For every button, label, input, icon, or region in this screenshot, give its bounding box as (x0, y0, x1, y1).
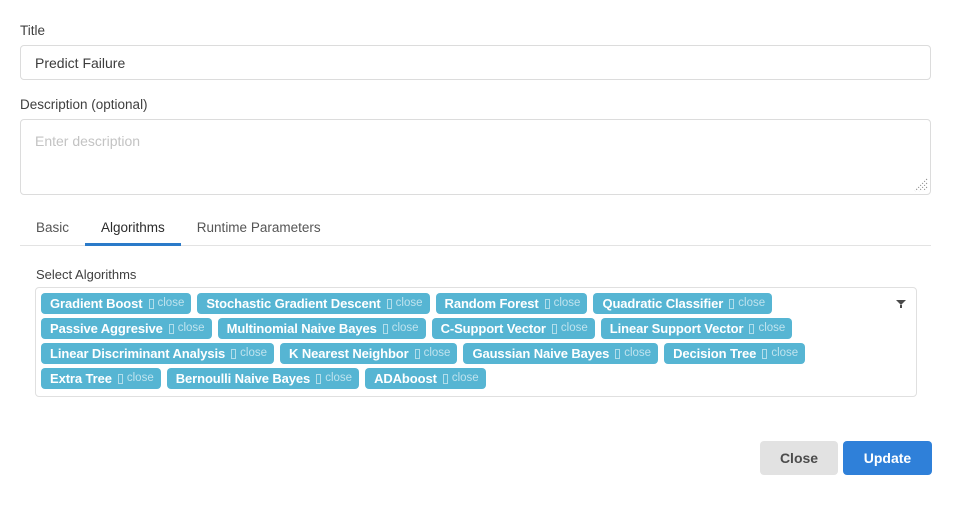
selected-algorithm-tags: Gradient Boost close Stochastic Gradient D… (41, 293, 896, 389)
missing-glyph-icon (762, 348, 768, 359)
algorithm-tag-label: Extra Tree (50, 371, 112, 386)
algorithm-tag[interactable]: Random Forest close (435, 293, 588, 314)
algorithm-tag[interactable]: ADAboost close (365, 368, 486, 389)
missing-glyph-icon (148, 298, 154, 309)
algorithm-tag[interactable]: Stochastic Gradient Descent close (197, 293, 430, 314)
algorithm-tag-label: Decision Tree (673, 346, 757, 361)
algorithm-tag[interactable]: Passive Aggresive close (41, 318, 212, 339)
algorithm-tag[interactable]: Extra Tree close (41, 368, 161, 389)
close-icon[interactable]: close (544, 293, 581, 314)
close-icon[interactable]: close (168, 318, 205, 339)
algorithm-tag[interactable]: Gradient Boost close (41, 293, 192, 314)
close-icon[interactable]: close (729, 293, 765, 314)
algorithm-tag-label: Multinomial Naive Bayes (226, 321, 377, 336)
close-icon[interactable]: close (762, 343, 798, 364)
close-icon-label: close (157, 297, 185, 309)
close-icon[interactable]: close (231, 343, 267, 364)
update-button[interactable]: Update (843, 441, 932, 475)
missing-glyph-icon (168, 323, 174, 334)
title-input[interactable] (20, 45, 931, 80)
missing-glyph-icon (316, 373, 322, 384)
tab-algorithms-label: Algorithms (101, 220, 165, 235)
close-icon-label: close (177, 322, 205, 334)
algorithm-tag[interactable]: Linear Discriminant Analysis close (41, 343, 275, 364)
close-icon[interactable]: close (117, 368, 154, 389)
close-icon-label: close (771, 347, 799, 359)
tab-runtime-parameters[interactable]: Runtime Parameters (181, 216, 337, 245)
tab-basic-label: Basic (36, 220, 70, 235)
algorithm-tag-label: ADAboost (374, 371, 437, 386)
algorithm-tag[interactable]: Decision Tree close (664, 343, 806, 364)
close-icon[interactable]: close (749, 318, 785, 339)
algorithm-tag-label: C-Support Vector (440, 321, 546, 336)
description-label: Description (optional) (20, 97, 148, 112)
close-icon-label: close (624, 347, 652, 359)
close-icon-label: close (451, 372, 479, 384)
missing-glyph-icon (442, 373, 448, 384)
close-icon-label: close (395, 297, 423, 309)
algorithm-tag-label: Quadratic Classifier (602, 296, 724, 311)
close-icon[interactable]: close (316, 368, 352, 389)
close-icon-label: close (738, 297, 766, 309)
close-icon[interactable]: close (551, 318, 588, 339)
close-icon-label: close (553, 297, 581, 309)
missing-glyph-icon (551, 323, 557, 334)
description-input[interactable] (21, 120, 930, 194)
algorithm-tag-label: Linear Support Vector (609, 321, 744, 336)
algorithm-tag-label: Passive Aggresive (50, 321, 163, 336)
select-algorithms-label: Select Algorithms (36, 267, 137, 282)
close-icon[interactable]: close (382, 318, 419, 339)
close-icon-label: close (560, 322, 588, 334)
algorithm-tag[interactable]: K Nearest Neighbor close (280, 343, 458, 364)
missing-glyph-icon (615, 348, 621, 359)
algorithm-tag[interactable]: Linear Support Vector close (600, 318, 793, 339)
algorithm-tag[interactable]: C-Support Vector close (431, 318, 595, 339)
missing-glyph-icon (382, 323, 388, 334)
select-algorithms-multiselect[interactable]: Gradient Boost close Stochastic Gradient D… (35, 287, 917, 397)
chevron-down-icon[interactable] (896, 300, 906, 305)
close-icon-label: close (758, 322, 786, 334)
algorithm-tag[interactable]: Quadratic Classifier close (593, 293, 773, 314)
close-icon-label: close (391, 322, 419, 334)
close-icon[interactable]: close (386, 293, 423, 314)
missing-glyph-icon (231, 348, 237, 359)
title-label: Title (20, 23, 46, 38)
algorithm-tag-label: Linear Discriminant Analysis (50, 346, 226, 361)
missing-glyph-icon (386, 298, 392, 309)
algorithm-tag[interactable]: Bernoulli Naive Bayes close (166, 368, 360, 389)
algorithm-tag-label: Bernoulli Naive Bayes (175, 371, 311, 386)
close-icon-label: close (325, 372, 353, 384)
missing-glyph-icon (117, 373, 123, 384)
close-icon-label: close (423, 347, 451, 359)
description-field[interactable] (20, 119, 931, 195)
missing-glyph-icon (729, 298, 735, 309)
missing-glyph-icon (544, 298, 550, 309)
algorithm-tag-label: K Nearest Neighbor (289, 346, 409, 361)
tab-algorithms[interactable]: Algorithms (85, 216, 181, 246)
edit-model-form: Title Description (optional) Basic Algor… (0, 0, 956, 511)
close-icon-label: close (126, 372, 154, 384)
tab-bar: Basic Algorithms Runtime Parameters (20, 216, 931, 246)
close-button[interactable]: Close (760, 441, 838, 475)
close-icon[interactable]: close (148, 293, 185, 314)
algorithm-tag[interactable]: Gaussian Naive Bayes close (463, 343, 659, 364)
algorithm-tag-label: Gaussian Naive Bayes (472, 346, 610, 361)
algorithm-tag-label: Random Forest (444, 296, 539, 311)
tab-runtime-parameters-label: Runtime Parameters (196, 220, 321, 235)
close-icon[interactable]: close (442, 368, 479, 389)
missing-glyph-icon (414, 348, 420, 359)
tab-basic[interactable]: Basic (20, 216, 85, 245)
close-icon[interactable]: close (414, 343, 451, 364)
missing-glyph-icon (749, 323, 755, 334)
algorithm-tag-label: Gradient Boost (50, 296, 143, 311)
close-icon[interactable]: close (615, 343, 651, 364)
algorithm-tag[interactable]: Multinomial Naive Bayes close (217, 318, 426, 339)
close-icon-label: close (240, 347, 268, 359)
algorithm-tag-label: Stochastic Gradient Descent (206, 296, 381, 311)
